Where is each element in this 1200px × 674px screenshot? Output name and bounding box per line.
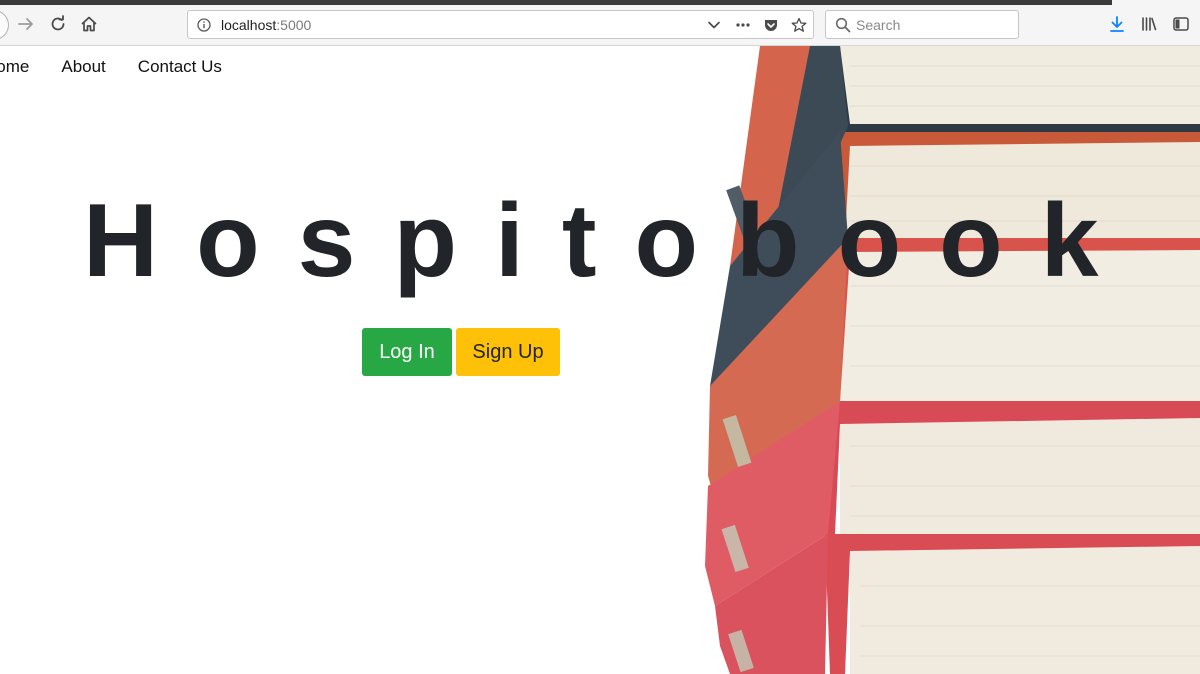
library-button[interactable] [1139,14,1159,34]
home-icon [81,16,97,32]
url-port: :5000 [276,17,312,33]
page-actions-button[interactable] [735,17,751,33]
home-button[interactable] [77,12,101,36]
nav-link-about[interactable]: About [61,57,105,77]
window-top-strip [0,0,1112,5]
login-button[interactable]: Log In [362,328,452,376]
chevron-down-icon [708,21,720,29]
search-bar[interactable] [825,10,1019,39]
site-info-button[interactable] [196,17,212,33]
bookmark-button[interactable] [791,17,807,33]
sidebar-icon [1173,17,1189,31]
reload-button[interactable] [46,12,70,36]
url-host: localhost [221,17,277,33]
site-nav: Home About Contact Us [0,57,254,77]
nav-link-home[interactable]: Home [0,57,29,77]
library-icon [1142,17,1157,31]
forward-icon [18,18,33,30]
url-dropdown-button[interactable] [706,17,722,33]
url-bar[interactable]: localhost:5000 [187,10,814,39]
search-input[interactable] [856,16,1006,34]
pocket-button[interactable] [763,17,779,33]
star-icon [791,17,807,32]
more-icon [736,23,750,27]
downloads-button[interactable] [1107,14,1127,34]
search-icon [835,17,851,33]
browser-toolbar: localhost:5000 [0,0,1200,46]
hero-title: Hospitobook [83,183,1137,299]
forward-button[interactable] [14,12,38,36]
nav-link-contact-us[interactable]: Contact Us [138,57,222,77]
pocket-icon [765,20,777,31]
book-stack-image [705,46,1200,674]
download-icon [1110,16,1124,32]
info-icon [197,18,211,32]
back-button[interactable] [0,10,9,40]
reload-icon [51,15,65,31]
url-text[interactable]: localhost:5000 [221,17,311,33]
signup-button[interactable]: Sign Up [456,328,560,376]
web-page: Home About Contact Us Hospitobook Log In… [0,46,1200,674]
sidebar-button[interactable] [1171,14,1191,34]
